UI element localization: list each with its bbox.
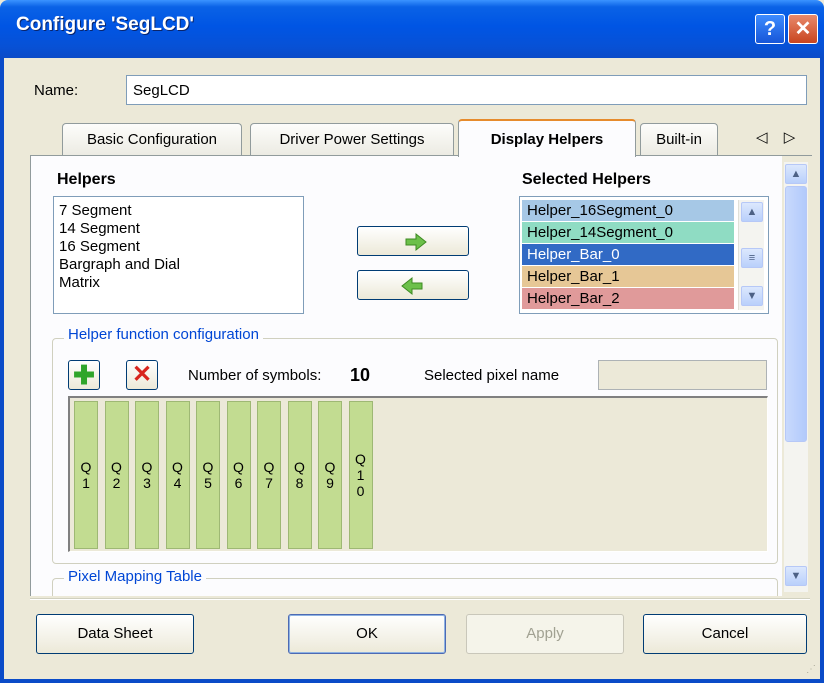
delete-icon: ✕ (131, 361, 153, 388)
selected-helpers-heading: Selected Helpers (522, 171, 651, 188)
symbol-cell[interactable]: Q 6 (226, 401, 251, 549)
ok-button[interactable]: OK (288, 614, 446, 654)
panel-scroll-thumb[interactable] (785, 186, 807, 442)
data-sheet-button[interactable]: Data Sheet (36, 614, 194, 654)
selected-helper-item[interactable]: Helper_Bar_0 (522, 244, 734, 265)
selected-helpers-items: Helper_16Segment_0 Helper_14Segment_0 He… (522, 200, 734, 310)
number-of-symbols-value: 10 (350, 365, 371, 385)
resize-grip[interactable]: ⋰ (806, 664, 816, 675)
number-of-symbols-label: Number of symbols: (188, 367, 322, 384)
cancel-button[interactable]: Cancel (643, 614, 807, 654)
delete-symbol-button[interactable]: ✕ (126, 360, 158, 390)
symbol-cell[interactable]: Q 4 (165, 401, 190, 549)
name-input[interactable] (126, 75, 807, 105)
scroll-down-icon[interactable]: ▼ (741, 286, 763, 306)
add-symbol-button[interactable]: ✚ (68, 360, 100, 390)
selected-helper-item[interactable]: Helper_Bar_1 (522, 266, 734, 287)
apply-button[interactable]: Apply (466, 614, 624, 654)
list-item[interactable]: Matrix (59, 274, 298, 292)
scroll-up-icon[interactable]: ▲ (741, 202, 763, 222)
selected-pixel-name-label: Selected pixel name (424, 367, 560, 384)
symbol-label: Q 2 (111, 459, 122, 491)
symbol-label: Q 7 (263, 459, 275, 491)
symbol-cell[interactable]: Q 3 (135, 401, 159, 549)
symbol-cell[interactable]: Q 1 0 (348, 401, 373, 549)
symbol-label: Q 6 (233, 459, 244, 491)
helpers-list[interactable]: 7 Segment 14 Segment 16 Segment Bargraph… (53, 196, 304, 314)
window-border-bottom (0, 679, 824, 683)
helpers-heading: Helpers (57, 171, 116, 188)
right-arrow-icon (405, 232, 427, 252)
tab-driver-power-settings[interactable]: Driver Power Settings (250, 123, 454, 155)
list-item[interactable]: Bargraph and Dial (59, 256, 298, 274)
tab-built-in[interactable]: Built-in (640, 123, 718, 155)
scroll-thumb[interactable]: ≡ (741, 248, 763, 268)
window-border-right (820, 58, 824, 683)
tab-display-helpers[interactable]: Display Helpers (458, 119, 636, 157)
symbol-label: Q 3 (141, 459, 153, 491)
symbol-label: Q 8 (294, 459, 305, 491)
add-helper-button[interactable] (357, 226, 469, 256)
tab-scroll-arrows[interactable]: ◁ ▷ (756, 128, 801, 146)
selected-list-scrollbar[interactable]: ▲ ≡ ▼ (738, 200, 764, 310)
plus-icon: ✚ (73, 360, 95, 390)
symbol-cell[interactable]: Q 5 (196, 401, 220, 549)
pixel-mapping-legend: Pixel Mapping Table (64, 568, 206, 585)
selected-helper-item[interactable]: Helper_Bar_2 (522, 288, 734, 309)
list-item[interactable]: 14 Segment (59, 220, 298, 238)
symbol-label: Q 9 (324, 459, 336, 491)
symbol-label: Q 4 (172, 459, 183, 491)
symbol-cell[interactable]: Q 9 (318, 401, 342, 549)
symbol-cell[interactable]: Q 8 (287, 401, 312, 549)
selected-helper-item[interactable]: Helper_14Segment_0 (522, 222, 734, 243)
symbol-label: Q 5 (202, 459, 214, 491)
remove-helper-button[interactable] (357, 270, 469, 300)
name-label: Name: (34, 82, 79, 99)
scroll-down-icon[interactable]: ▼ (785, 566, 807, 586)
symbol-cell[interactable]: Q 7 (257, 401, 281, 549)
list-item[interactable]: 7 Segment (59, 202, 298, 220)
window-title: Configure 'SegLCD' (16, 14, 194, 35)
tab-basic-configuration[interactable]: Basic Configuration (62, 123, 242, 155)
left-arrow-icon (401, 276, 423, 296)
close-button[interactable]: ✕ (788, 14, 818, 44)
symbol-cell[interactable]: Q 1 (74, 401, 98, 549)
list-item[interactable]: 16 Segment (59, 238, 298, 256)
button-separator (30, 598, 810, 600)
symbol-cell[interactable]: Q 2 (104, 401, 129, 549)
symbol-label: Q 1 0 (355, 451, 366, 499)
help-button[interactable]: ? (755, 14, 785, 44)
selected-pixel-name-field[interactable] (598, 360, 767, 390)
symbol-label: Q 1 (80, 459, 92, 491)
window-border-left (0, 58, 4, 683)
scroll-up-icon[interactable]: ▲ (785, 164, 807, 184)
helper-config-legend: Helper function configuration (64, 326, 263, 343)
selected-helper-item[interactable]: Helper_16Segment_0 (522, 200, 734, 221)
